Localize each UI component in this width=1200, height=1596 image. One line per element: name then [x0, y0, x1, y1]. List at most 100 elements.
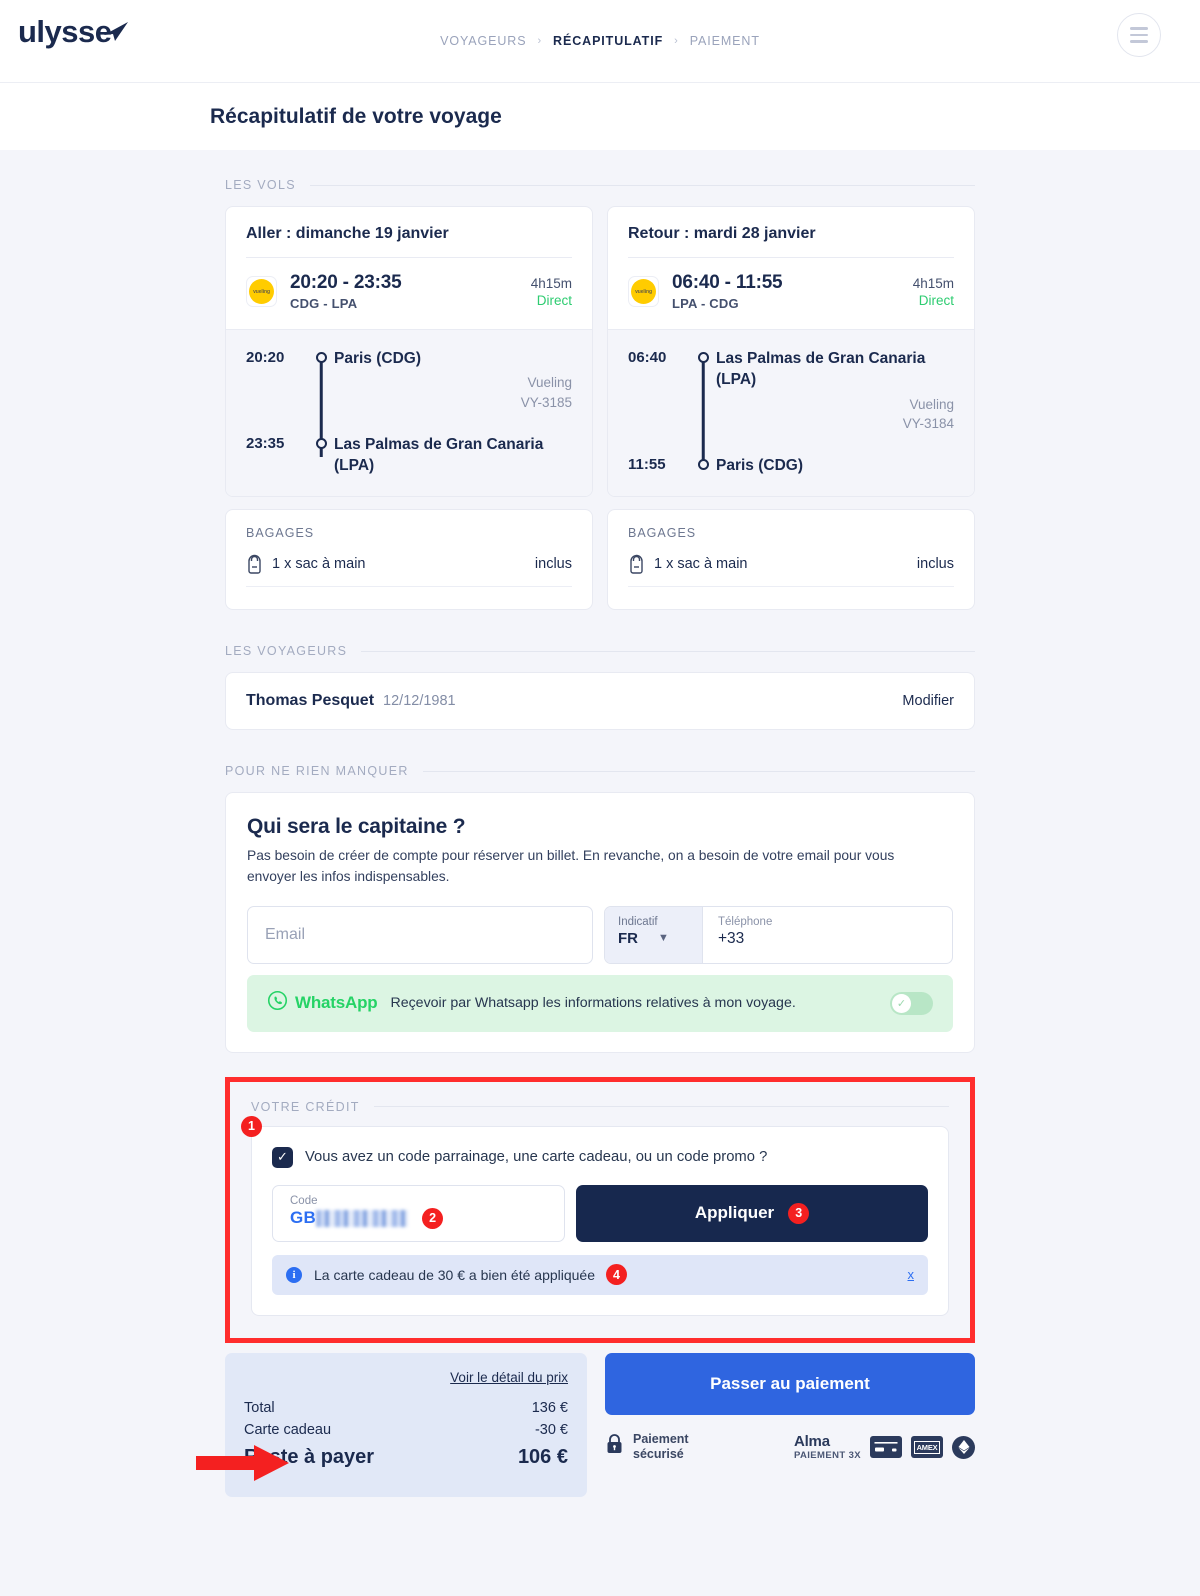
baggage-row: 1 x sac à main inclus [246, 554, 572, 588]
whatsapp-icon [267, 990, 288, 1016]
info-icon: i [286, 1266, 302, 1283]
divider [361, 650, 975, 652]
breadcrumb: VOYAGEURS › RÉCAPITULATIF › PAIEMENT [440, 34, 760, 48]
divider [373, 1106, 949, 1108]
leg-dot-icon [697, 458, 709, 470]
breadcrumb-item-paiement[interactable]: PAIEMENT [690, 34, 760, 48]
hamburger-menu-icon[interactable] [1117, 13, 1161, 57]
checkout-footer: Voir le détail du prix Total 136 € Carte… [225, 1352, 975, 1497]
menu-bar [1130, 33, 1148, 37]
promo-code-value: GB [290, 1208, 317, 1228]
edit-traveler-link[interactable]: Modifier [902, 693, 954, 709]
price-row-label: Total [244, 1399, 275, 1416]
main-content: LES VOLS Aller : dimanche 19 janvier vue… [0, 150, 1200, 1596]
flight-times: 20:20 - 23:35 [290, 272, 402, 293]
menu-bar [1130, 40, 1148, 43]
leg-airport: Las Palmas de Gran Canaria (LPA) [716, 350, 926, 389]
price-row-value: -30 € [534, 1421, 568, 1438]
section-label: POUR NE RIEN MANQUER [225, 764, 409, 779]
leg-dot-icon [315, 352, 327, 363]
baggage-card: BAGAGES 1 x sac à main inclus [607, 509, 975, 611]
leg-node [690, 348, 716, 469]
promo-code-input[interactable]: Code GB 2 [272, 1184, 565, 1242]
country-code-value: FR [618, 929, 638, 947]
chevron-down-icon: ▼ [658, 932, 669, 945]
phone-value: +33 [718, 929, 745, 947]
email-input[interactable]: Email [247, 905, 593, 964]
price-detail-link[interactable]: Voir le détail du prix [244, 1370, 568, 1385]
lock-icon [605, 1433, 624, 1461]
price-rows: Total 136 € Carte cadeau -30 € Reste à p… [244, 1400, 568, 1469]
secure-payment-note: Paiement sécurisé [605, 1432, 689, 1463]
captain-title: Qui sera le capitaine ? [247, 815, 466, 839]
divider [422, 770, 975, 772]
airline-logo-text: vueling [249, 279, 274, 304]
flight-leg-departure: 06:40 Las Palmas de Gran Canaria (LPA) V… [628, 348, 954, 469]
airline-logo-text: vueling [631, 279, 656, 304]
contact-form: Email Indicatif FR ▼ Téléphone +33 [247, 905, 953, 964]
baggage-label: BAGAGES [628, 526, 697, 541]
annotation-badge-1: 1 [241, 1115, 262, 1137]
baggage-item: 1 x sac à main [654, 556, 748, 573]
contact-section: POUR NE RIEN MANQUER Qui sera le capitai… [225, 764, 975, 1053]
price-row-value: 136 € [531, 1399, 568, 1416]
flight-summary: vueling 06:40 - 11:55 LPA - CDG 4h15m Di… [608, 258, 974, 329]
credit-card: 1 ✓ Vous avez un code parrainage, une ca… [241, 1115, 949, 1316]
baggage-row: 1 x sac à main inclus [628, 554, 954, 588]
proceed-to-payment-button[interactable]: Passer au paiement [605, 1352, 975, 1415]
promo-code-row: Code GB 2 Appliquer 3 [272, 1184, 928, 1242]
flight-duration: 4h15m [530, 275, 572, 291]
payment-meta: Paiement sécurisé Alma PAIEMENT 3X AMEX [605, 1432, 975, 1463]
site-header: ulysse VOYAGEURS › RÉCAPITULATIF › PAIEM… [0, 0, 1200, 83]
flight-legs: 20:20 Paris (CDG) Vueling VY-3185 23:35 … [226, 329, 592, 497]
close-alert-link[interactable]: x [908, 1267, 915, 1282]
vueling-logo-icon: vueling [628, 276, 659, 307]
apply-code-label: Appliquer [694, 1203, 775, 1223]
leg-line [701, 357, 705, 469]
travelers-section: LES VOYAGEURS Thomas Pesquet 12/12/1981 … [225, 644, 975, 731]
breadcrumb-item-recapitulatif[interactable]: RÉCAPITULATIF [553, 34, 663, 48]
backpack-icon [246, 554, 263, 574]
leg-time: 06:40 [628, 349, 667, 366]
leg-time: 11:55 [628, 455, 666, 473]
redacted-code-mask [316, 1209, 409, 1227]
section-header-credit: VOTRE CRÉDIT [251, 1100, 949, 1114]
whatsapp-toggle[interactable]: ✓ [890, 991, 933, 1015]
secure-payment-text: Paiement sécurisé [633, 1431, 689, 1462]
flight-route: CDG - LPA [290, 296, 358, 311]
vueling-logo-icon: vueling [246, 276, 277, 307]
backpack-icon [628, 554, 645, 574]
breadcrumb-item-voyageurs[interactable]: VOYAGEURS [440, 34, 526, 48]
phone-label: Téléphone [718, 915, 773, 928]
operating-airline: Vueling VY-3185 [520, 375, 572, 410]
flight-card[interactable]: Aller : dimanche 19 janvier vueling 20:2… [225, 206, 593, 498]
section-label: VOTRE CRÉDIT [251, 1099, 360, 1114]
leg-airport: Paris (CDG) [716, 456, 803, 474]
whatsapp-label: WhatsApp [295, 993, 378, 1013]
page-title: Récapitulatif de votre voyage [210, 104, 502, 128]
promo-checkbox-row[interactable]: ✓ Vous avez un code parrainage, une cart… [272, 1146, 928, 1168]
phone-group: Indicatif FR ▼ Téléphone +33 [604, 905, 953, 964]
baggage-status: inclus [916, 556, 954, 573]
section-header-travelers: LES VOYAGEURS [225, 644, 975, 658]
section-header-flights: LES VOLS [225, 178, 975, 192]
apply-code-button[interactable]: Appliquer 3 [576, 1184, 928, 1242]
promo-checkbox[interactable]: ✓ [272, 1146, 293, 1168]
paper-plane-icon [102, 15, 130, 51]
traveler-card: Thomas Pesquet 12/12/1981 Modifier [225, 672, 975, 731]
country-code-select[interactable]: Indicatif FR ▼ [605, 906, 703, 963]
logo-text: ulysse [18, 14, 112, 49]
annotation-badge-3: 3 [788, 1202, 810, 1224]
flight-card[interactable]: Retour : mardi 28 janvier vueling 06:40 … [607, 206, 975, 498]
baggage-item: 1 x sac à main [272, 556, 366, 573]
captain-card: Qui sera le capitaine ? Pas besoin de cr… [225, 792, 975, 1053]
ulysse-logo[interactable]: ulysse [18, 14, 130, 51]
remaining-value: 106 € [517, 1445, 568, 1468]
page-title-bar: Récapitulatif de votre voyage [0, 83, 1200, 150]
promo-code-label: Code [290, 1194, 318, 1207]
red-arrow-icon [196, 1442, 291, 1489]
flight-legs: 06:40 Las Palmas de Gran Canaria (LPA) V… [608, 329, 974, 497]
price-row-label: Carte cadeau [244, 1421, 332, 1438]
amex-card-icon: AMEX [911, 1436, 943, 1459]
phone-input[interactable]: Téléphone +33 [703, 907, 952, 963]
